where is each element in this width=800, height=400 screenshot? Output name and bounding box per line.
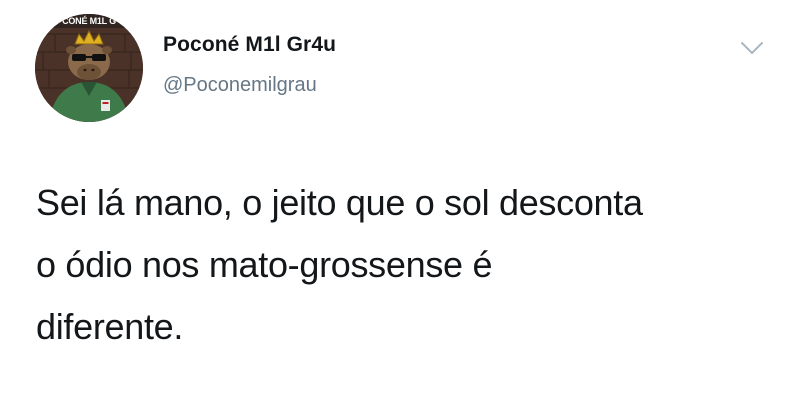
- display-name[interactable]: Poconé M1l Gr4u: [163, 33, 336, 57]
- capybara-avatar-icon: [35, 14, 143, 122]
- chevron-down-icon[interactable]: [738, 38, 766, 58]
- avatar[interactable]: CONÉ M1L G: [35, 14, 143, 122]
- tweet-text: Sei lá mano, o jeito que o sol desconta …: [36, 172, 776, 358]
- avatar-badge-text: CONÉ M1L G: [62, 16, 116, 26]
- tweet-text-line: diferente.: [36, 306, 184, 347]
- tweet-text-line: o ódio nos mato-grossense é: [36, 244, 493, 285]
- user-handle[interactable]: @Poconemilgrau: [163, 74, 317, 97]
- tweet-card: CONÉ M1L G Poconé M1l Gr4u @Poconemilgra…: [0, 0, 800, 400]
- tweet-text-line: Sei lá mano, o jeito que o sol desconta: [36, 182, 643, 223]
